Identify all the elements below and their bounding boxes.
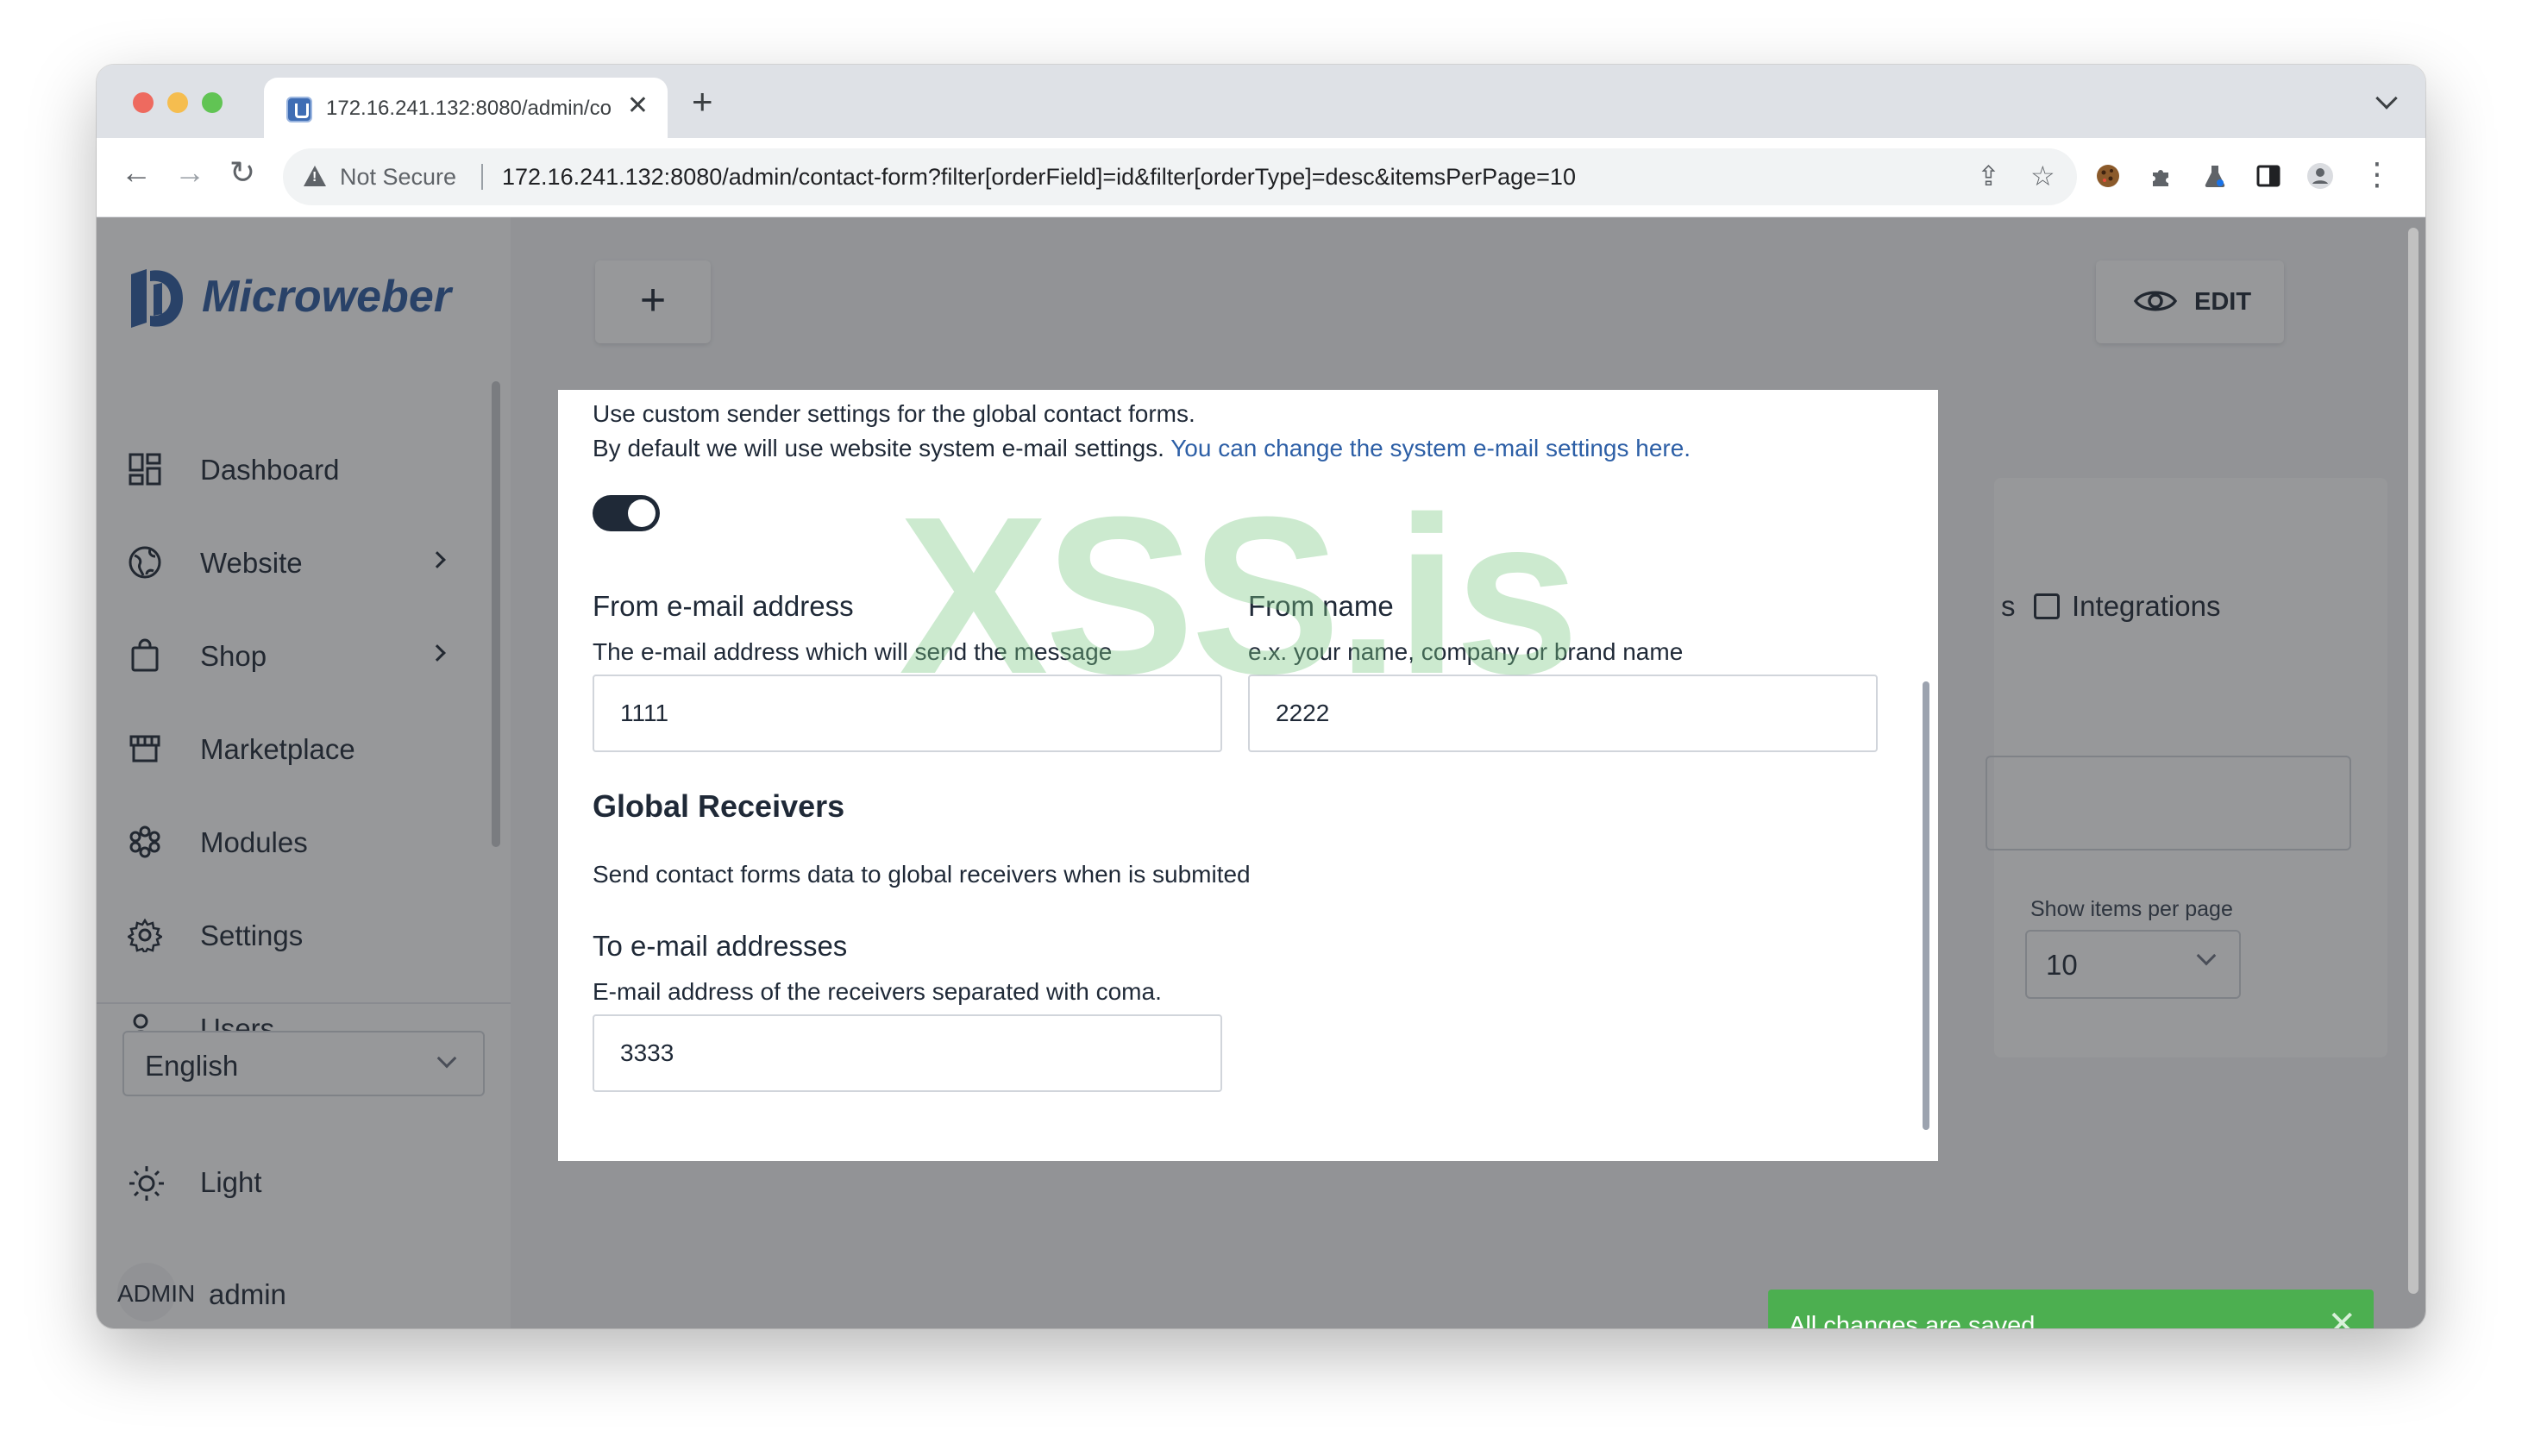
global-receivers-description: Send contact forms data to global receiv…	[593, 861, 1251, 888]
to-email-label: To e-mail addresses	[593, 930, 848, 962]
global-sender-settings-modal: Use custom sender settings for the globa…	[558, 390, 1938, 1161]
system-email-settings-link[interactable]: You can change the system e-mail setting…	[1170, 435, 1691, 461]
new-tab-button[interactable]: +	[692, 84, 713, 120]
tab-title: 172.16.241.132:8080/admin/co	[326, 97, 611, 120]
close-window-button[interactable]	[133, 92, 154, 113]
intro-text-line1: Use custom sender settings for the globa…	[593, 400, 1195, 427]
browser-toolbar: ← → ↻ Not Secure 172.16.241.132:8080/adm…	[97, 138, 2425, 217]
url-text[interactable]: 172.16.241.132:8080/admin/contact-form?f…	[502, 164, 1576, 191]
share-icon[interactable]: ⇪	[1977, 162, 2000, 190]
intro-text: By default we will use website system e-…	[593, 435, 1164, 461]
custom-sender-toggle[interactable]	[593, 495, 660, 531]
tab-search-chevron-icon[interactable]	[2375, 87, 2398, 110]
browser-menu-icon[interactable]: ⋮	[2362, 159, 2393, 190]
maximize-window-button[interactable]	[202, 92, 223, 113]
minimize-window-button[interactable]	[167, 92, 188, 113]
lab-flask-icon[interactable]	[2201, 162, 2229, 190]
intro-text-line2: By default we will use website system e-…	[593, 435, 1691, 462]
reload-button[interactable]: ↻	[229, 157, 255, 188]
success-toast: All changes are saved. ✕	[1768, 1290, 2374, 1328]
page-scrollbar[interactable]	[2408, 228, 2418, 1294]
security-indicator[interactable]: Not Secure	[340, 164, 456, 191]
browser-window: 172.16.241.132:8080/admin/co ✕ + ← → ↻ N…	[97, 65, 2425, 1328]
to-email-help: E-mail address of the receivers separate…	[593, 978, 1162, 1005]
watermark-text: XSS.is	[899, 471, 1579, 721]
address-bar[interactable]: Not Secure 172.16.241.132:8080/admin/con…	[283, 148, 2077, 205]
warning-icon	[304, 166, 326, 186]
back-button[interactable]: ←	[121, 157, 152, 188]
toast-message: All changes are saved.	[1789, 1312, 2042, 1328]
address-separator	[481, 164, 483, 190]
tab-strip: 172.16.241.132:8080/admin/co ✕ +	[97, 65, 2425, 138]
page-viewport: Microweber Dashboard Website Shop Market…	[97, 217, 2425, 1328]
modal-scrollbar[interactable]	[1923, 681, 1929, 1130]
browser-tab[interactable]: 172.16.241.132:8080/admin/co ✕	[264, 78, 668, 138]
favicon-icon	[286, 97, 312, 122]
extensions-puzzle-icon[interactable]	[2148, 162, 2175, 190]
tab-close-icon[interactable]: ✕	[627, 93, 649, 119]
cookie-extension-icon[interactable]	[2094, 162, 2122, 190]
to-email-input[interactable]: 3333	[593, 1014, 1222, 1092]
toast-close-icon[interactable]: ✕	[2327, 1307, 2356, 1328]
global-receivers-heading: Global Receivers	[593, 788, 845, 824]
side-panel-icon[interactable]	[2255, 162, 2282, 190]
from-email-label: From e-mail address	[593, 590, 854, 622]
bookmark-star-icon[interactable]: ☆	[2030, 162, 2055, 190]
forward-button[interactable]: →	[174, 157, 205, 188]
profile-avatar-icon[interactable]	[2306, 162, 2334, 190]
